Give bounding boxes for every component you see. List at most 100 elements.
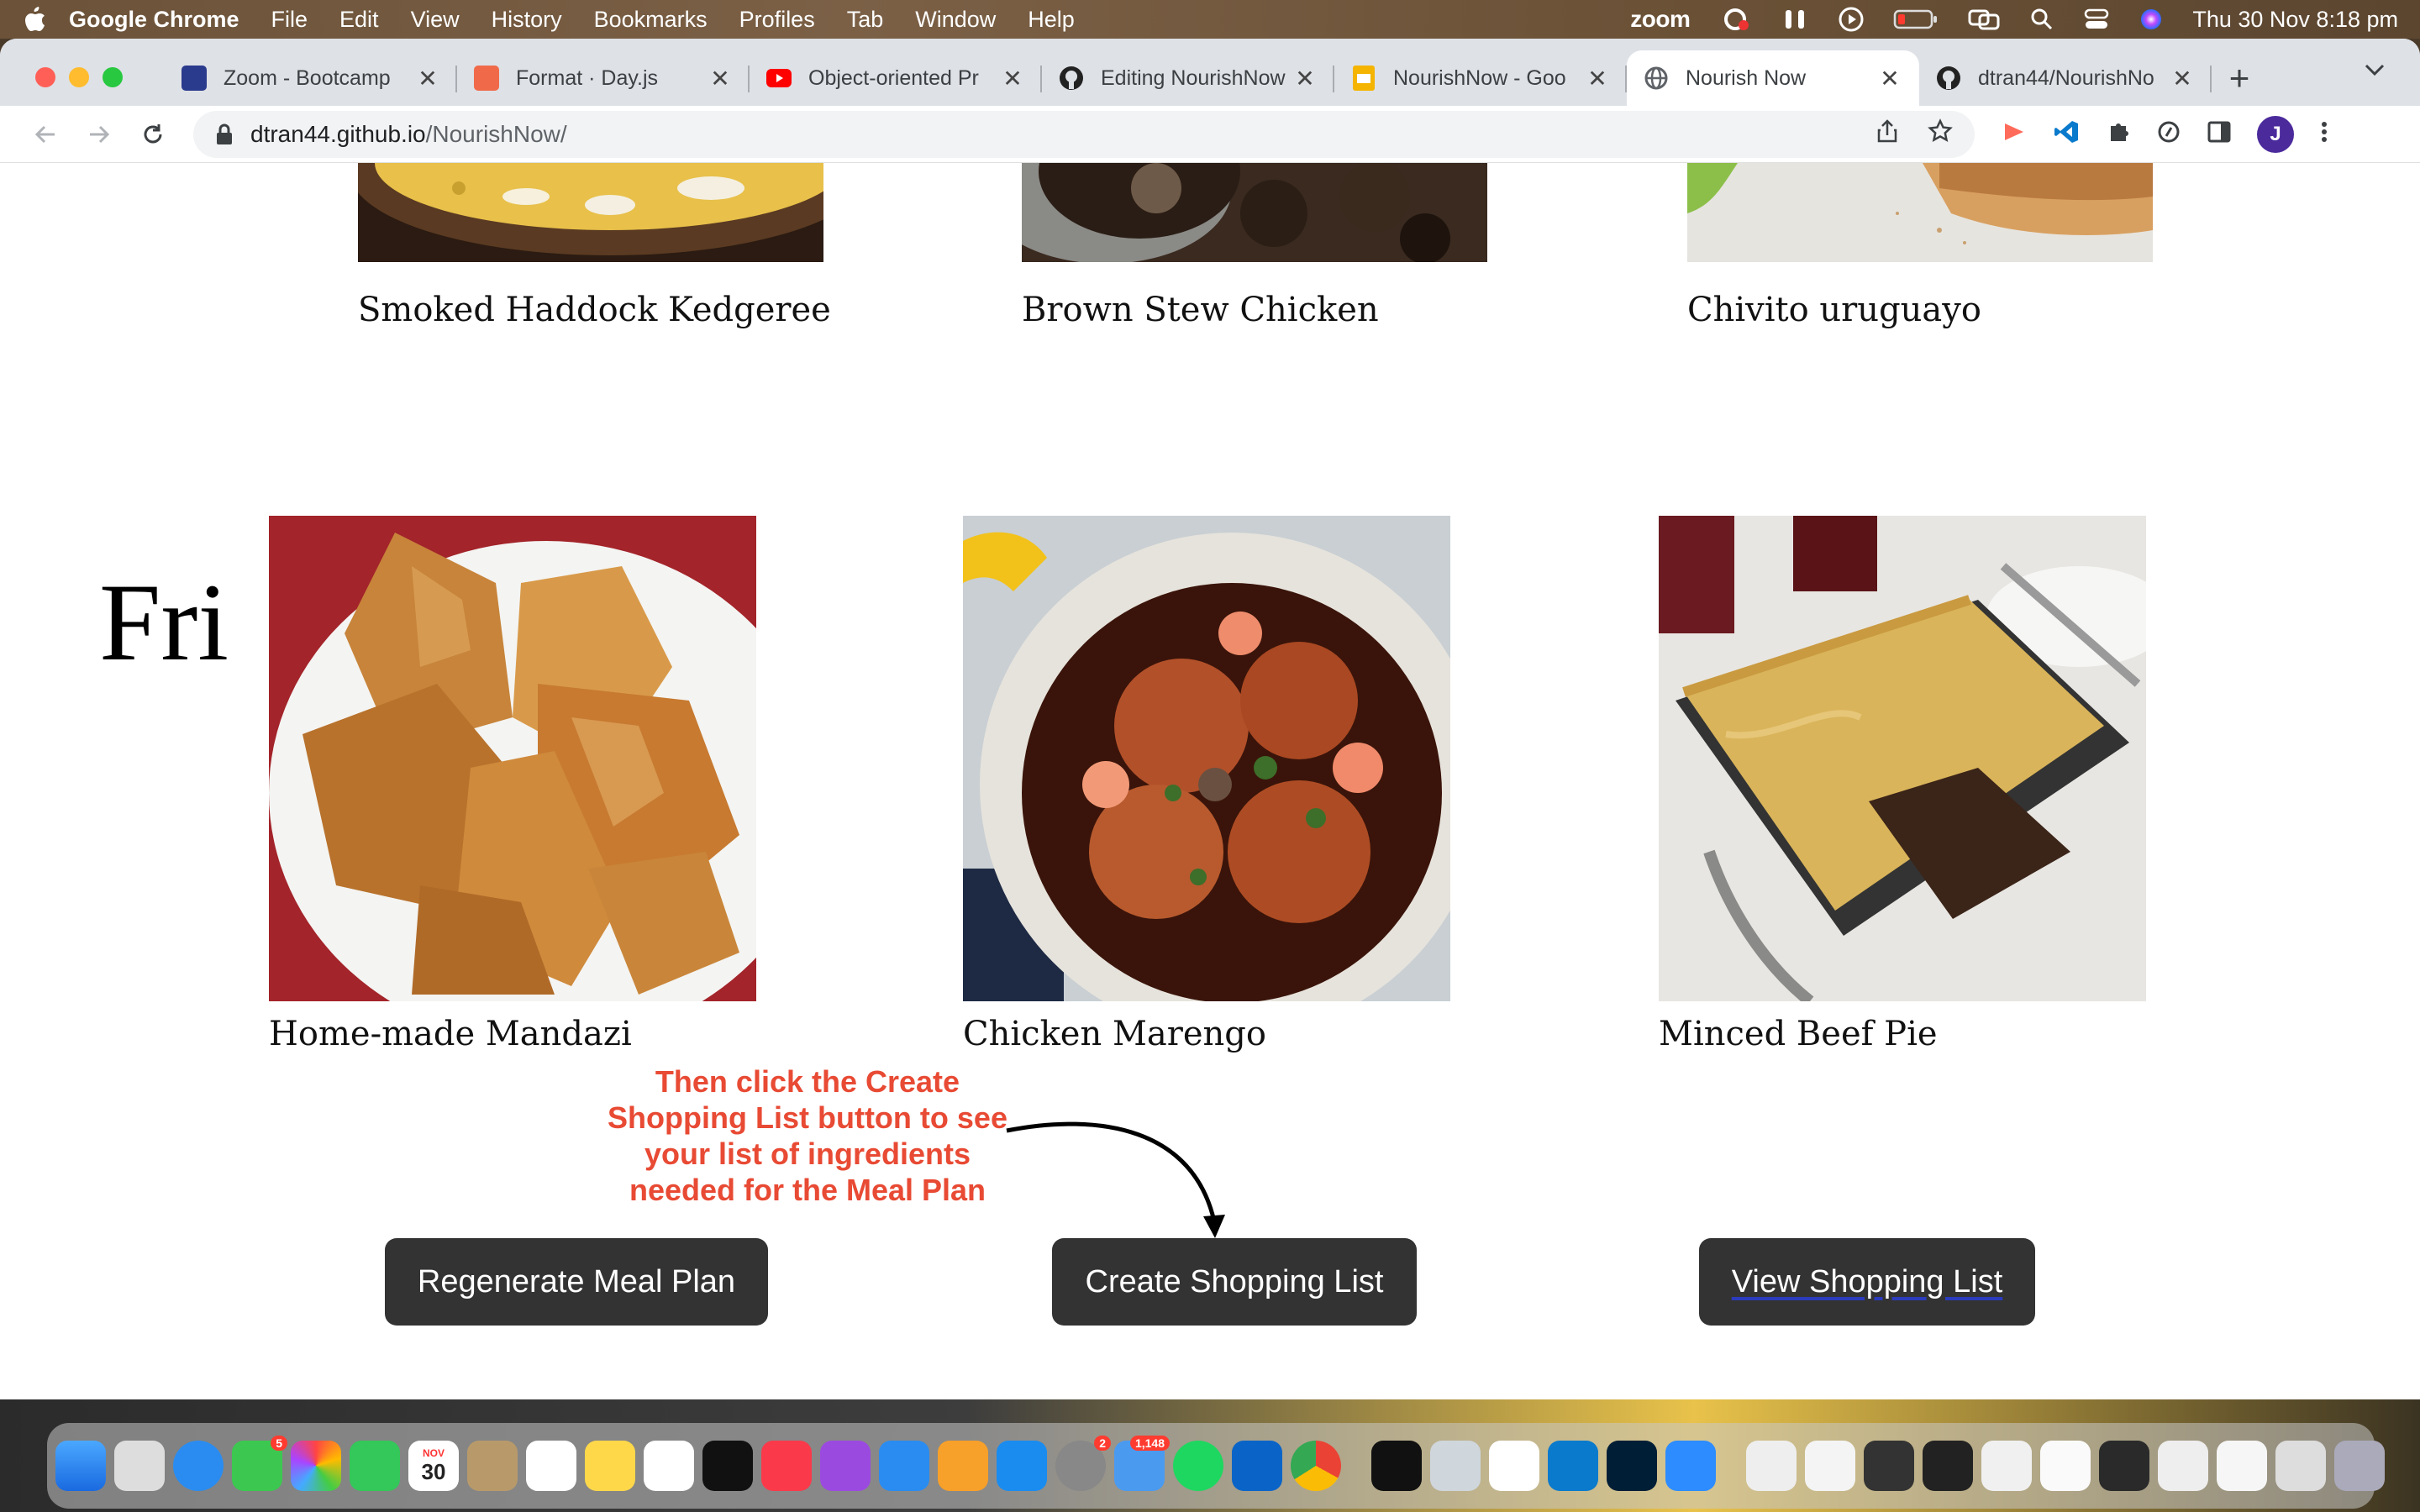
tab-github-repo[interactable]: dtran44/NourishNo ✕ [1919,50,2212,106]
meal-image-chivito[interactable] [1687,163,2153,262]
slack-icon[interactable] [1489,1441,1539,1491]
photos-icon[interactable] [291,1441,341,1491]
maximize-window-button[interactable] [103,67,123,87]
regenerate-meal-plan-button[interactable]: Regenerate Meal Plan [385,1238,768,1326]
safari-icon[interactable] [173,1441,224,1491]
tab-close-icon[interactable]: ✕ [415,65,440,92]
pages-icon[interactable] [938,1441,988,1491]
messages-icon[interactable]: 5 [232,1436,287,1491]
chrome-icon[interactable] [1291,1441,1341,1491]
siri-icon[interactable] [2139,7,2164,32]
menu-file[interactable]: File [271,7,308,33]
meal-image-kedgeree[interactable] [358,163,823,262]
profile-avatar[interactable]: J [2257,115,2294,153]
meal-name-fri-3[interactable]: Minced Beef Pie [1659,1015,1938,1053]
menu-window[interactable]: Window [915,7,996,33]
back-button[interactable] [18,111,72,158]
meal-image-minced-beef-pie[interactable] [1659,516,2146,1001]
freeform-icon[interactable] [644,1441,694,1491]
extensions-puzzle-icon[interactable] [2106,119,2131,149]
tab-close-icon[interactable]: ✕ [708,65,733,92]
minimized-window-10[interactable] [2275,1441,2326,1491]
minimize-window-button[interactable] [69,67,89,87]
tab-close-icon[interactable]: ✕ [2170,65,2195,92]
zoom-status-item[interactable]: zoom [1630,6,1691,33]
preview-icon[interactable] [1430,1441,1481,1491]
apple-menu-icon[interactable] [22,5,69,34]
app-store-icon[interactable] [997,1441,1047,1491]
music-icon[interactable] [761,1441,812,1491]
calendar-icon[interactable]: NOV 30 [408,1441,459,1491]
chrome-menu-icon[interactable] [2319,119,2329,149]
menu-view[interactable]: View [411,7,460,33]
mail-icon[interactable]: 1,148 [1114,1436,1170,1491]
meal-name-fri-1[interactable]: Home-made Mandazi [269,1015,632,1053]
tab-youtube-oop[interactable]: Object-oriented Pr ✕ [750,50,1042,106]
facetime-icon[interactable] [350,1441,400,1491]
minimized-window-9[interactable] [2217,1441,2267,1491]
contacts-icon[interactable] [467,1441,518,1491]
tab-dayjs-format[interactable]: Format · Day.js ✕ [457,50,750,106]
trash-icon[interactable] [2334,1441,2385,1491]
reload-button[interactable] [126,111,180,158]
menu-profiles[interactable]: Profiles [739,7,815,33]
menu-help[interactable]: Help [1028,7,1075,33]
minimized-window-4[interactable] [1923,1441,1973,1491]
meal-name-fri-2[interactable]: Chicken Marengo [963,1015,1266,1053]
menu-bookmarks[interactable]: Bookmarks [594,7,708,33]
tab-close-icon[interactable]: ✕ [1000,65,1025,92]
reminders-icon[interactable] [526,1441,576,1491]
creative-cloud-icon[interactable] [1718,7,1752,32]
vscode-icon[interactable] [1548,1441,1598,1491]
screen-mirroring-icon[interactable] [1967,7,2001,32]
tab-zoom-bootcamp[interactable]: Zoom - Bootcamp ✕ [165,50,457,106]
view-shopping-list-link[interactable]: View Shopping List [1732,1264,2003,1300]
airpods-icon[interactable] [1781,7,1809,32]
tab-close-icon[interactable]: ✕ [1585,65,1610,92]
meal-image-chicken-marengo[interactable] [963,516,1450,1001]
outlook-icon[interactable] [1232,1441,1282,1491]
control-center-icon[interactable] [2083,7,2110,32]
podcasts-icon[interactable] [820,1441,871,1491]
meal-image-mandazi[interactable] [269,516,756,1001]
meal-name-top-2[interactable]: Brown Stew Chicken [1022,291,1379,329]
close-window-button[interactable] [35,67,55,87]
address-bar[interactable]: dtran44.github.io/NourishNow/ [193,110,1975,158]
battery-icon[interactable] [1893,8,1939,30]
meal-image-brown-stew-chicken[interactable] [1022,163,1487,262]
menu-tab[interactable]: Tab [847,7,884,33]
new-tab-button[interactable]: + [2212,50,2267,106]
tab-github-editing[interactable]: Editing NourishNow ✕ [1042,50,1334,106]
minimized-window-8[interactable] [2158,1441,2208,1491]
minimized-window-7[interactable] [2099,1441,2149,1491]
notes-icon[interactable] [585,1441,635,1491]
share-icon[interactable] [1876,118,1899,150]
view-shopping-list-button[interactable]: View Shopping List [1699,1238,2035,1326]
meal-name-top-3[interactable]: Chivito uruguayo [1687,291,1981,329]
apple-tv-icon[interactable] [702,1441,753,1491]
minimized-window-6[interactable] [2040,1441,2091,1491]
spotlight-search-icon[interactable] [2029,7,2054,32]
tab-close-icon[interactable]: ✕ [1877,65,1902,92]
minimized-window-5[interactable] [1981,1441,2032,1491]
finder-icon[interactable] [55,1441,106,1491]
vscode-extension-icon[interactable] [2054,118,2081,150]
meal-name-top-1[interactable]: Smoked Haddock Kedgeree [358,291,831,329]
create-shopping-list-button[interactable]: Create Shopping List [1052,1238,1417,1326]
forward-button[interactable] [72,111,126,158]
zoom-icon[interactable] [1665,1441,1716,1491]
tab-search-chevron-icon[interactable] [2363,57,2386,83]
photoshop-icon[interactable] [1607,1441,1657,1491]
launchpad-icon[interactable] [114,1441,165,1491]
menu-app-name[interactable]: Google Chrome [69,7,239,33]
menu-edit[interactable]: Edit [339,7,379,33]
spotify-icon[interactable] [1173,1441,1223,1491]
tab-nourish-now[interactable]: Nourish Now ✕ [1627,50,1919,106]
menu-history[interactable]: History [492,7,562,33]
terminal-icon[interactable] [1371,1441,1422,1491]
tab-close-icon[interactable]: ✕ [1292,65,1318,92]
minimized-window-2[interactable] [1805,1441,1855,1491]
system-settings-icon[interactable]: 2 [1055,1436,1111,1491]
minimized-window-1[interactable] [1746,1441,1797,1491]
play-icon[interactable] [1838,6,1865,33]
